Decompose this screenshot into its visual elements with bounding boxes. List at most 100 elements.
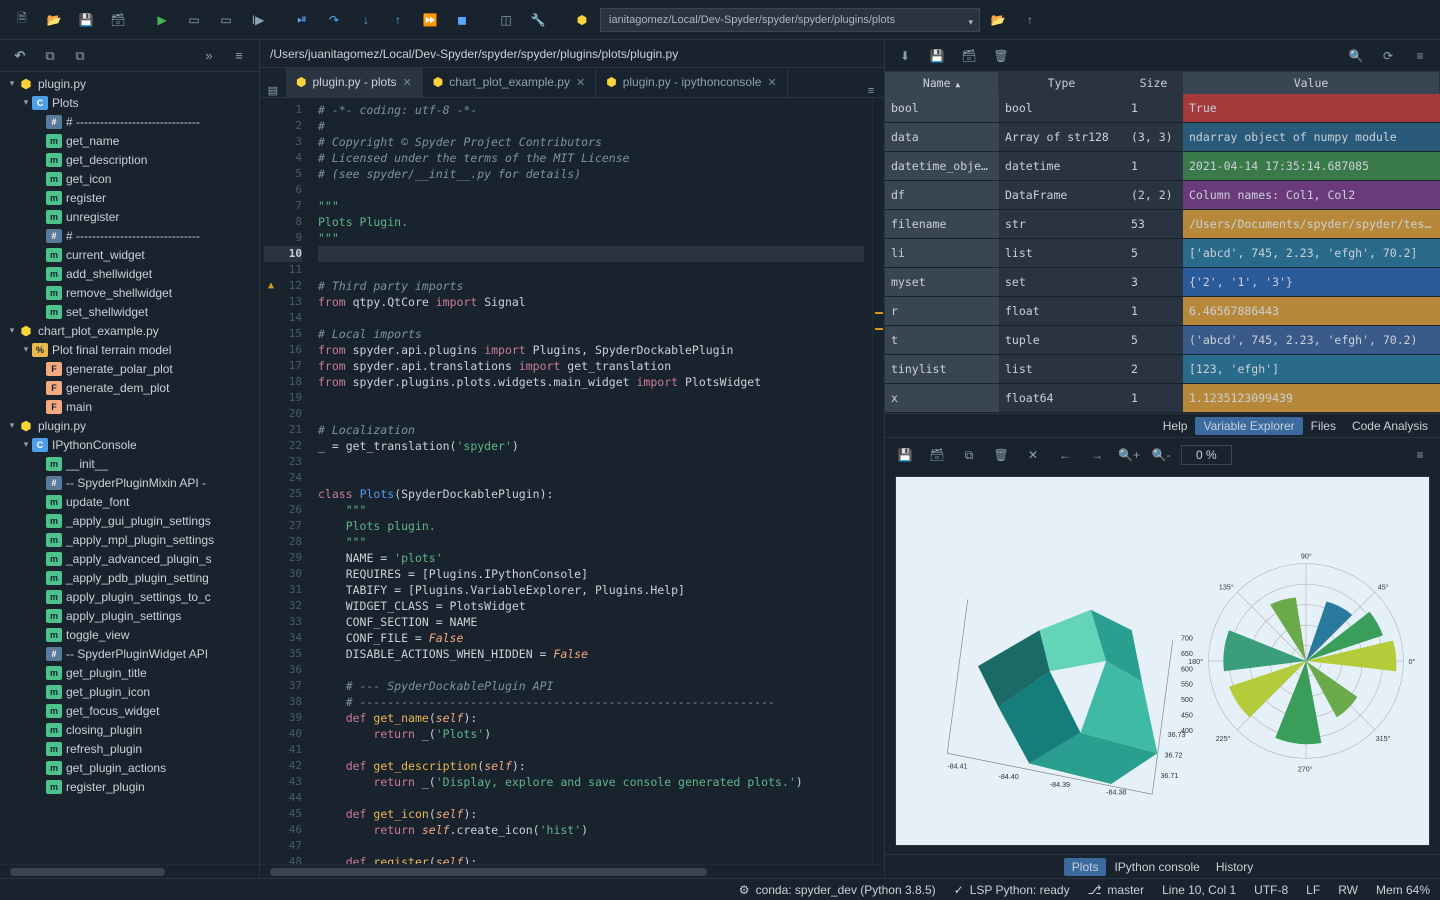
status-conda[interactable]: ⚙ conda: spyder_dev (Python 3.8.5) xyxy=(739,883,936,897)
run-cell-icon[interactable]: ▭ xyxy=(180,6,208,34)
new-file-icon[interactable]: 🗎 xyxy=(8,6,36,34)
pane-tab[interactable]: IPython console xyxy=(1106,858,1207,876)
outline-item[interactable]: mremove_shellwidget xyxy=(0,283,259,302)
pane-tab[interactable]: Code Analysis xyxy=(1344,417,1436,435)
varex-row[interactable]: bool bool 1 True xyxy=(885,94,1440,123)
outline-item[interactable]: m__init__ xyxy=(0,454,259,473)
varex-row[interactable]: filename str 53 /Users/Documents/spyder/… xyxy=(885,210,1440,239)
editor-tab[interactable]: ⬢plugin.py - ipythonconsole✕ xyxy=(596,67,787,97)
browse-cwd-icon[interactable]: 📂 xyxy=(984,6,1012,34)
maximize-pane-icon[interactable]: ◫ xyxy=(492,6,520,34)
debug-step-into-icon[interactable]: ↓ xyxy=(352,6,380,34)
parent-dir-icon[interactable]: ↑ xyxy=(1016,6,1044,34)
pane-tab[interactable]: Files xyxy=(1303,417,1344,435)
outline-item[interactable]: ## ------------------------------- xyxy=(0,226,259,245)
outline-item[interactable]: m_apply_pdb_plugin_setting xyxy=(0,568,259,587)
varex-header-size[interactable]: Size xyxy=(1125,72,1183,94)
varex-row[interactable]: t tuple 5 ('abcd', 745, 2.23, 'efgh', 70… xyxy=(885,326,1440,355)
pane-tab[interactable]: History xyxy=(1208,858,1261,876)
outline-item[interactable]: mclosing_plugin xyxy=(0,720,259,739)
outline-item[interactable]: mapply_plugin_settings_to_c xyxy=(0,587,259,606)
outline-item[interactable]: mtoggle_view xyxy=(0,625,259,644)
outline-item[interactable]: mget_focus_widget xyxy=(0,701,259,720)
outline-item[interactable]: mget_plugin_title xyxy=(0,663,259,682)
outline-item[interactable]: mcurrent_widget xyxy=(0,245,259,264)
outline-item[interactable]: %Plot final terrain model xyxy=(0,340,259,359)
open-file-icon[interactable]: 📂 xyxy=(40,6,68,34)
varex-save-icon[interactable]: 💾 xyxy=(925,44,949,68)
outline-item[interactable]: ⬢plugin.py xyxy=(0,74,259,93)
plot-next-icon[interactable]: → xyxy=(1085,443,1109,467)
varex-save-as-icon[interactable]: 🗃 xyxy=(957,44,981,68)
editor-tab[interactable]: ⬢chart_plot_example.py✕ xyxy=(423,67,596,97)
pythonpath-icon[interactable]: ⬢ xyxy=(568,6,596,34)
outline-expand-icon[interactable]: » xyxy=(197,44,221,68)
debug-icon[interactable]: ⏯ xyxy=(288,6,316,34)
varex-menu-icon[interactable]: ≡ xyxy=(1408,44,1432,68)
run-selection-icon[interactable]: I▶ xyxy=(244,6,272,34)
run-cell-advance-icon[interactable]: ▭ xyxy=(212,6,240,34)
varex-row[interactable]: x float64 1 1.1235123099439 xyxy=(885,384,1440,413)
save-all-icon[interactable]: 🗃 xyxy=(104,6,132,34)
outline-item[interactable]: mget_icon xyxy=(0,169,259,188)
debug-step-icon[interactable]: ↷ xyxy=(320,6,348,34)
outline-item[interactable]: Fgenerate_polar_plot xyxy=(0,359,259,378)
pane-tab[interactable]: Variable Explorer xyxy=(1195,417,1302,435)
plot-save-all-icon[interactable]: 🗃 xyxy=(925,443,949,467)
tab-menu-icon[interactable]: ≡ xyxy=(858,85,884,97)
tab-list-icon[interactable]: ▤ xyxy=(260,84,286,97)
outline-item[interactable]: ⬢plugin.py xyxy=(0,416,259,435)
cwd-selector[interactable]: ianitagomez/Local/Dev-Spyder/spyder/spyd… xyxy=(600,8,980,32)
outline-item[interactable]: m_apply_advanced_plugin_s xyxy=(0,549,259,568)
varex-row[interactable]: data Array of str128 (3, 3) ndarray obje… xyxy=(885,123,1440,152)
outline-item[interactable]: CIPythonConsole xyxy=(0,435,259,454)
close-tab-icon[interactable]: ✕ xyxy=(767,76,776,89)
varex-search-icon[interactable]: 🔍 xyxy=(1344,44,1368,68)
status-lsp[interactable]: ✓ LSP Python: ready xyxy=(954,883,1070,897)
pane-tab[interactable]: Help xyxy=(1155,417,1196,435)
plot-menu-icon[interactable]: ≡ xyxy=(1408,443,1432,467)
varex-delete-icon[interactable]: 🗑 xyxy=(989,44,1013,68)
outline-item[interactable]: m_apply_mpl_plugin_settings xyxy=(0,530,259,549)
outline-item[interactable]: munregister xyxy=(0,207,259,226)
outline-copy-icon[interactable]: ⧉ xyxy=(38,44,62,68)
outline-item[interactable]: madd_shellwidget xyxy=(0,264,259,283)
outline-item[interactable]: mset_shellwidget xyxy=(0,302,259,321)
plot-save-icon[interactable]: 💾 xyxy=(893,443,917,467)
outline-item[interactable]: mget_plugin_actions xyxy=(0,758,259,777)
outline-item[interactable]: mget_description xyxy=(0,150,259,169)
outline-item[interactable]: #-- SpyderPluginMixin API - xyxy=(0,473,259,492)
outline-duplicate-icon[interactable]: ⧉ xyxy=(68,44,92,68)
plot-delete-icon[interactable]: 🗑 xyxy=(989,443,1013,467)
debug-continue-icon[interactable]: ⏩ xyxy=(416,6,444,34)
debug-stop-icon[interactable]: ◼ xyxy=(448,6,476,34)
varex-row[interactable]: r float 1 6.46567886443 xyxy=(885,297,1440,326)
plot-zoom-in-icon[interactable]: 🔍+ xyxy=(1117,443,1141,467)
varex-header-name[interactable]: Name xyxy=(885,72,999,94)
run-icon[interactable]: ▶ xyxy=(148,6,176,34)
varex-refresh-icon[interactable]: ⟳ xyxy=(1376,44,1400,68)
status-git[interactable]: ⎇ master xyxy=(1088,883,1145,897)
varex-row[interactable]: datetime_object datetime 1 2021-04-14 17… xyxy=(885,152,1440,181)
debug-step-out-icon[interactable]: ↑ xyxy=(384,6,412,34)
outline-item[interactable]: m_apply_gui_plugin_settings xyxy=(0,511,259,530)
plot-delete-all-icon[interactable]: ✕ xyxy=(1021,443,1045,467)
varex-row[interactable]: li list 5 ['abcd', 745, 2.23, 'efgh', 70… xyxy=(885,239,1440,268)
preferences-icon[interactable]: 🔧 xyxy=(524,6,552,34)
outline-item[interactable]: ⬢chart_plot_example.py xyxy=(0,321,259,340)
save-icon[interactable]: 💾 xyxy=(72,6,100,34)
outline-item[interactable]: mupdate_font xyxy=(0,492,259,511)
varex-row[interactable]: tinylist list 2 [123, 'efgh'] xyxy=(885,355,1440,384)
plot-prev-icon[interactable]: ← xyxy=(1053,443,1077,467)
close-tab-icon[interactable]: ✕ xyxy=(576,76,585,89)
outline-item[interactable]: ## ------------------------------- xyxy=(0,112,259,131)
outline-item[interactable]: #-- SpyderPluginWidget API xyxy=(0,644,259,663)
pane-tab[interactable]: Plots xyxy=(1064,858,1107,876)
close-tab-icon[interactable]: ✕ xyxy=(403,76,412,89)
outline-item[interactable]: mrefresh_plugin xyxy=(0,739,259,758)
outline-item[interactable]: Fmain xyxy=(0,397,259,416)
varex-import-icon[interactable]: ⬇ xyxy=(893,44,917,68)
outline-menu-icon[interactable]: ≡ xyxy=(227,44,251,68)
outline-item[interactable]: mget_plugin_icon xyxy=(0,682,259,701)
outline-item[interactable]: CPlots xyxy=(0,93,259,112)
